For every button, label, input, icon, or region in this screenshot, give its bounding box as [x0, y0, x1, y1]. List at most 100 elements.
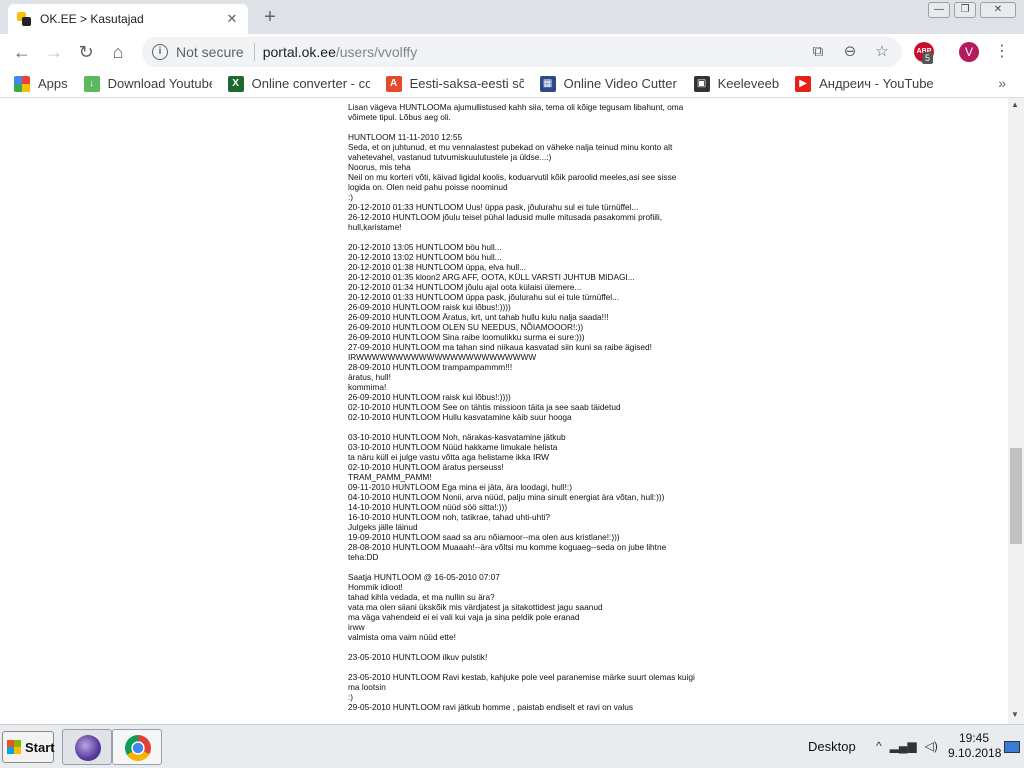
security-status: Not secure	[176, 44, 244, 60]
profile-avatar[interactable]: V	[959, 42, 979, 62]
windows-logo-icon	[7, 740, 21, 754]
text-line: äratus, hull!	[348, 372, 391, 382]
text-line: 26-12-2010 HUNTLOOM jõulu teisel pühal l…	[348, 212, 663, 222]
vertical-scrollbar[interactable]: ▲ ▼	[1008, 98, 1024, 724]
bookmark-video-cutter[interactable]: ▦ Online Video Cutter -	[539, 75, 678, 92]
close-window-button[interactable]: ✕	[980, 2, 1016, 18]
text-line: logida on. Olen neid pahu poisse noominu…	[348, 182, 508, 192]
text-line: 26-09-2010 HUNTLOOM raisk kui lõbus!:)))…	[348, 302, 511, 312]
scroll-up-icon[interactable]: ▲	[1011, 100, 1019, 109]
download-icon: ↓	[83, 75, 100, 92]
text-line: 20-12-2010 01:33 HUNTLOOM üppa pask, jõu…	[348, 292, 620, 302]
converter-icon: X	[227, 75, 244, 92]
text-line: Noorus, mis teha	[348, 162, 411, 172]
bookmark-andreich-youtube[interactable]: ▶ Андреич - YouTube	[795, 75, 934, 92]
new-tab-button[interactable]: +	[258, 6, 282, 28]
text-line: IRWWWWWWWWWWWWWWWWWWWWWWW	[348, 352, 537, 362]
text-line: ta näru küll ei julge vastu võtta aga he…	[348, 452, 549, 462]
text-line	[348, 122, 738, 132]
text-line: Julgeks jälle läinud	[348, 522, 418, 532]
text-line: 26-09-2010 HUNTLOOM raisk kui lõbus!:)))…	[348, 392, 511, 402]
taskbar-app-chrome[interactable]	[112, 729, 162, 765]
url-path: /users/vvolffy	[335, 44, 418, 60]
volume-icon[interactable]: ◁)	[925, 739, 938, 753]
start-label: Start	[25, 739, 55, 755]
text-line: hull,karistame!	[348, 222, 402, 232]
text-line: valmista oma vaim nüüd ette!	[348, 632, 456, 642]
back-arrow-icon[interactable]: ←	[10, 40, 34, 64]
address-bar[interactable]: i Not secure portal.ok.ee/users/vvolffy …	[142, 37, 902, 67]
text-line: võimete tipul. Lõbus aeg oli.	[348, 112, 451, 122]
text-line: HUNTLOOM 11-11-2010 12:55	[348, 132, 463, 142]
home-icon[interactable]: ⌂	[106, 40, 130, 64]
bookmarks-bar: Apps ↓ Download Youtube V X Online conve…	[0, 70, 1024, 98]
text-line: 03-10-2010 HUNTLOOM Nüüd hakkame limukal…	[348, 442, 558, 452]
clock-time: 19:45	[958, 731, 990, 745]
network-signal-icon[interactable]: ▂▄▆	[890, 739, 917, 753]
browser-toolbar: ← → ↻ ⌂ i Not secure portal.ok.ee/users/…	[0, 34, 1024, 70]
text-line: 23-05-2010 HUNTLOOM ilkuv pulstik!	[348, 652, 488, 662]
chrome-icon	[125, 735, 151, 761]
taskbar: Start Desktop ^ ▂▄▆ ◁) 19:45 9.10.2018	[0, 724, 1024, 768]
text-line: 27-09-2010 HUNTLOOM ma tahan sind niikau…	[348, 342, 652, 352]
text-line	[348, 232, 738, 242]
text-line: irww	[348, 622, 365, 632]
star-icon[interactable]: ☆	[872, 42, 892, 62]
text-line: kommima!	[348, 382, 387, 392]
text-line: :)	[348, 692, 354, 702]
tab-ok-ee[interactable]: OK.EE > Kasutajad ✕	[8, 4, 248, 34]
tab-strip: OK.EE > Kasutajad ✕ + — ❐ ✕	[0, 0, 1024, 34]
show-desktop-icon[interactable]	[1004, 741, 1020, 753]
guestbook-text: Lisan vägeva HUNTLOOMa ajumullistused ka…	[348, 102, 738, 712]
text-line: 20-12-2010 01:38 HUNTLOOM üppa, elva hul…	[348, 262, 527, 272]
text-line: vahetevahel, vastanud tutvumiskuulutuste…	[348, 152, 552, 162]
text-line: 16-10-2010 HUNTLOOM noh, tatikrae, tahad…	[348, 512, 550, 522]
text-line: 04-10-2010 HUNTLOOM Nonii, arva nüüd, pa…	[348, 492, 665, 502]
bookmark-eesti-saksa[interactable]: A Eesti-saksa-eesti sõn	[385, 75, 524, 92]
text-line: 20-12-2010 01:35 kloon2 ARG AFF, OOTA, K…	[348, 272, 635, 282]
bookmark-keeleveeb[interactable]: ▣ Keeleveeb	[693, 75, 779, 92]
url-host: portal.ok.ee	[262, 44, 336, 60]
adblock-count-badge: 5	[922, 52, 934, 64]
ok-ee-favicon-icon	[16, 11, 32, 27]
clock[interactable]: 19:45 9.10.2018	[948, 731, 1002, 761]
tray-expand-icon[interactable]: ^	[876, 739, 882, 753]
bookmark-download-youtube[interactable]: ↓ Download Youtube V	[83, 75, 212, 92]
text-line: 20-12-2010 13:02 HUNTLOOM böu hull...	[348, 252, 502, 262]
text-line: vata ma olen siiani ükskõik mis värdjate…	[348, 602, 603, 612]
minimize-button[interactable]: —	[928, 2, 950, 18]
text-line: tahad kihla vedada, et ma nullin su ära?	[348, 592, 495, 602]
desktop-toolbar-label[interactable]: Desktop	[808, 739, 856, 754]
bookmark-apps[interactable]: Apps	[14, 75, 68, 92]
browser-menu-icon[interactable]: ⋮	[992, 42, 1012, 62]
maximize-button[interactable]: ❐	[954, 2, 976, 18]
dictionary-icon: A	[385, 75, 402, 92]
taskbar-app-orb[interactable]	[62, 729, 112, 765]
text-line: :)	[348, 192, 354, 202]
bookmark-online-converter[interactable]: X Online converter - co	[227, 75, 370, 92]
divider	[253, 43, 255, 61]
text-line: 29-05-2010 HUNTLOOM ravi jätkub homme , …	[348, 702, 633, 712]
translate-icon[interactable]: ⧉	[808, 42, 828, 62]
text-line: ma väga vahendeid ei ei vali kui vaja ja…	[348, 612, 580, 622]
text-line: 20-12-2010 01:34 HUNTLOOM jõulu ajal oot…	[348, 282, 582, 292]
reload-icon[interactable]: ↻	[74, 40, 98, 64]
text-line: Lisan vägeva HUNTLOOMa ajumullistused ka…	[348, 102, 684, 112]
forward-arrow-icon[interactable]: →	[42, 40, 66, 64]
system-tray: ^ ▂▄▆ ◁)	[876, 739, 938, 753]
text-line: 19-09-2010 HUNTLOOM saad sa aru nõiamoor…	[348, 532, 620, 542]
apps-grid-icon	[14, 75, 30, 92]
close-tab-icon[interactable]: ✕	[224, 11, 240, 27]
zoom-icon[interactable]: ⊖	[840, 42, 860, 62]
scroll-down-icon[interactable]: ▼	[1011, 710, 1019, 719]
start-button[interactable]: Start	[2, 731, 55, 763]
scrollbar-thumb[interactable]	[1010, 448, 1022, 544]
text-line: 14-10-2010 HUNTLOOM nüüd söö sitta!:)))	[348, 502, 508, 512]
video-cutter-icon: ▦	[539, 75, 556, 92]
text-line	[348, 422, 738, 432]
more-bookmarks-icon[interactable]: »	[998, 75, 1006, 91]
clock-date: 9.10.2018	[948, 746, 1002, 760]
keeleveeb-icon: ▣	[693, 75, 710, 92]
info-icon[interactable]: i	[152, 44, 168, 60]
purple-orb-icon	[75, 735, 101, 761]
